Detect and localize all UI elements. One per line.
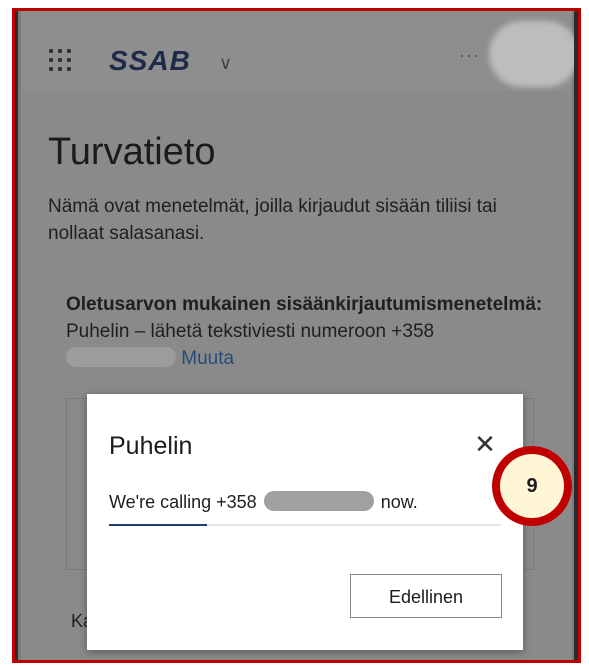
step-number-badge: 9	[492, 446, 572, 526]
change-link[interactable]: Muuta	[181, 348, 234, 369]
default-method-value: Puhelin – lähetä tekstiviesti numeroon +…	[66, 321, 435, 342]
calling-message-suffix: now.	[380, 492, 418, 512]
top-bar: SSAB ∨ ···	[21, 11, 578, 91]
avatar[interactable]	[489, 21, 578, 87]
default-method-label: Oletusarvon mukainen sisäänkirjautumisme…	[66, 294, 543, 315]
call-progress-bar	[109, 524, 501, 526]
default-signin-method: Oletusarvon mukainen sisäänkirjautumisme…	[66, 291, 546, 372]
calling-message-prefix: We're calling +358	[109, 492, 257, 512]
page-overlay: SSAB ∨ ··· Turvatieto Nämä ovat menetelm…	[21, 11, 578, 660]
call-progress-fill	[109, 524, 207, 526]
screenshot-frame: SSAB ∨ ··· Turvatieto Nämä ovat menetelm…	[12, 8, 581, 663]
brand-logo: SSAB	[109, 45, 191, 76]
phone-dialog: Puhelin ✕ We're calling +358 now. Edelli…	[87, 394, 523, 650]
redacted-number	[66, 347, 176, 367]
step-number: 9	[500, 454, 564, 518]
close-icon[interactable]: ✕	[471, 430, 499, 458]
dialog-title: Puhelin	[109, 432, 193, 460]
more-options-icon[interactable]: ···	[459, 45, 480, 66]
page-title: Turvatieto	[48, 131, 216, 173]
redacted-phone	[263, 491, 374, 511]
page-description: Nämä ovat menetelmät, joilla kirjaudut s…	[48, 196, 497, 244]
frame-right-edge	[574, 11, 578, 660]
frame-left-edge	[15, 11, 18, 660]
calling-message: We're calling +358 now.	[109, 491, 418, 513]
chevron-down-icon[interactable]: ∨	[219, 53, 232, 74]
back-button[interactable]: Edellinen	[350, 574, 502, 618]
app-launcher-icon[interactable]	[49, 49, 71, 71]
